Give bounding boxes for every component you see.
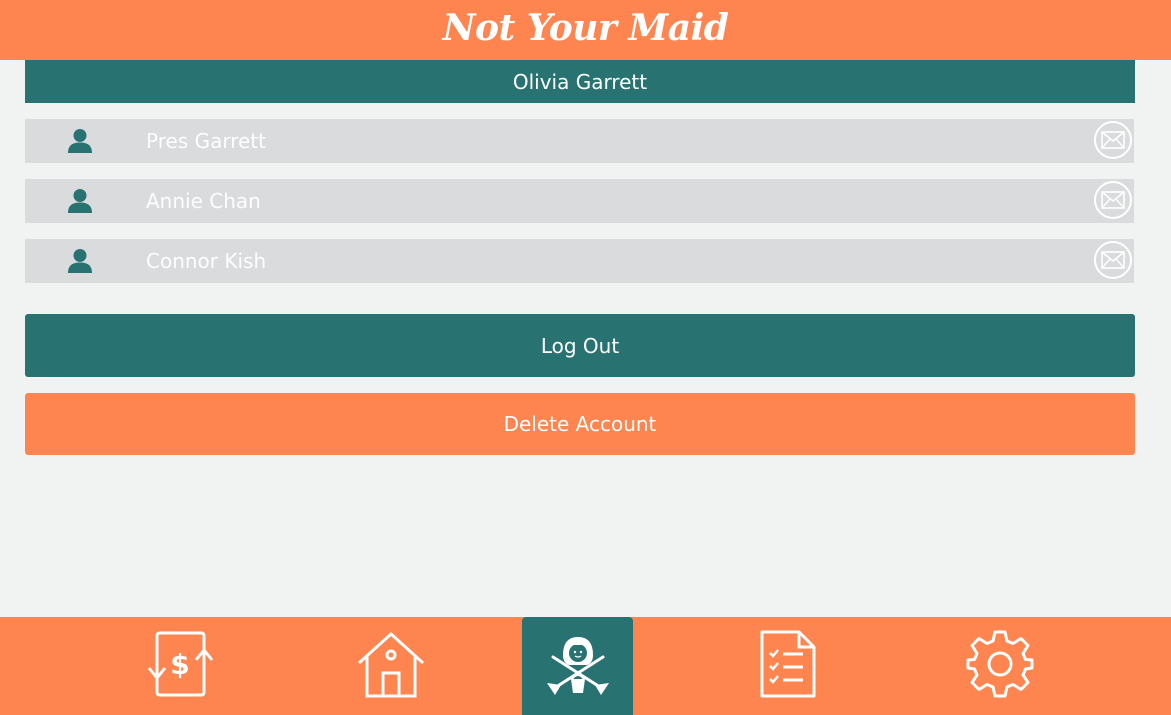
money-transfer-icon: $ [145, 630, 215, 702]
maid-profile-icon [545, 633, 611, 699]
delete-account-button[interactable]: Delete Account [25, 393, 1135, 455]
home-icon [356, 629, 426, 703]
nav-payments[interactable]: $ [130, 617, 230, 715]
app-root: Not Your Maid Olivia Garrett Pres Garret… [0, 0, 1171, 715]
user-icon [67, 188, 93, 214]
household-name-bar: Olivia Garrett [25, 60, 1135, 103]
logout-button[interactable]: Log Out [25, 314, 1135, 377]
app-title: Not Your Maid [442, 7, 729, 49]
member-name: Annie Chan [146, 189, 261, 213]
bottom-nav: $ [0, 617, 1171, 715]
member-name: Pres Garrett [146, 129, 266, 153]
nav-tasks[interactable] [738, 617, 838, 715]
nav-home[interactable] [341, 617, 441, 715]
mail-icon[interactable] [1094, 121, 1132, 159]
nav-profile[interactable] [522, 617, 633, 715]
mail-icon[interactable] [1094, 241, 1132, 279]
member-row: Pres Garrett [25, 119, 1134, 163]
user-icon [67, 128, 93, 154]
app-header: Not Your Maid [0, 0, 1171, 60]
gear-icon [965, 629, 1035, 703]
member-row: Annie Chan [25, 179, 1134, 223]
user-icon [67, 248, 93, 274]
checklist-icon [759, 629, 817, 703]
mail-icon[interactable] [1094, 181, 1132, 219]
household-name: Olivia Garrett [512, 69, 648, 94]
svg-text:$: $ [170, 648, 189, 681]
member-name: Connor Kish [146, 249, 267, 273]
member-row: Connor Kish [25, 239, 1134, 283]
nav-settings[interactable] [950, 617, 1050, 715]
